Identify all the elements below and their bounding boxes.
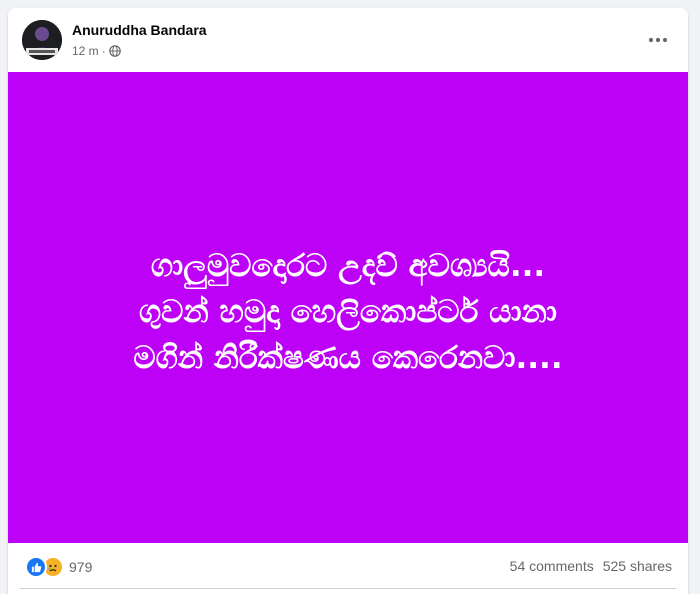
post-header: Anuruddha Bandara 12 m · bbox=[8, 8, 688, 72]
post-timestamp[interactable]: 12 m bbox=[72, 44, 99, 58]
author-avatar[interactable] bbox=[22, 20, 62, 60]
meta-separator: · bbox=[101, 44, 106, 58]
footer-divider bbox=[20, 588, 676, 589]
post-text-line: මගින් නිරීක්ෂණය කෙරෙනවා.... bbox=[133, 339, 563, 376]
reaction-summary[interactable]: 979 bbox=[25, 556, 92, 578]
author-name[interactable]: Anuruddha Bandara bbox=[72, 22, 207, 38]
post-text-line: ගුවන් හමුදා හෙලිකොප්ටර් යානා bbox=[139, 293, 557, 330]
more-horizontal-icon bbox=[648, 37, 668, 43]
post-footer: 979 54 comments 525 shares bbox=[8, 543, 688, 589]
post-colored-background[interactable]: ගාලුමුවදොරට උදව් අවශ්‍යයි... ගුවන් හමුදා… bbox=[8, 72, 688, 543]
more-options-button[interactable] bbox=[642, 24, 674, 56]
post-card: Anuruddha Bandara 12 m · ගාලුමුවදොරට උදව… bbox=[8, 8, 688, 594]
post-text: ගාලුමුවදොරට උදව් අවශ්‍යයි... ගුවන් හමුදා… bbox=[28, 243, 668, 381]
post-meta: 12 m · bbox=[72, 43, 121, 59]
post-stats: 54 comments 525 shares bbox=[510, 558, 672, 574]
shares-count-link[interactable]: 525 shares bbox=[603, 558, 672, 574]
avatar-image bbox=[22, 20, 62, 60]
post-text-line: ගාලුමුවදොරට උදව් අවශ්‍යයි... bbox=[150, 247, 546, 284]
like-icon bbox=[25, 556, 47, 578]
reaction-count: 979 bbox=[69, 559, 93, 575]
globe-icon bbox=[108, 45, 121, 57]
comments-count-link[interactable]: 54 comments bbox=[510, 558, 594, 574]
